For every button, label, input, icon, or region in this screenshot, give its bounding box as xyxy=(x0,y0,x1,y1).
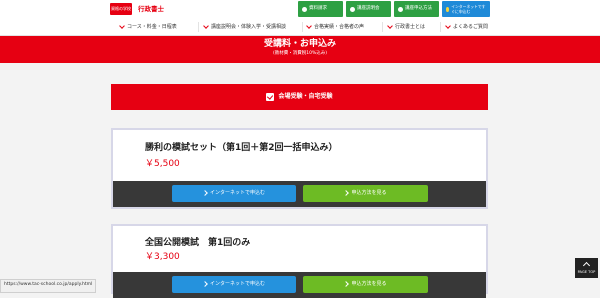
pencil-icon xyxy=(398,6,403,12)
application-method-button[interactable]: 講座申込方法 xyxy=(394,1,439,17)
chevron-down-icon xyxy=(306,23,312,29)
internet-apply-course-button[interactable]: インターネットで申込む xyxy=(172,276,296,293)
nav-item-label: 行政書士とは xyxy=(395,24,426,30)
checkbox-icon xyxy=(266,92,275,101)
internet-apply-course-button[interactable]: インターネットで申込む xyxy=(172,185,296,202)
nav-item-faq[interactable]: よくあるご質問 xyxy=(445,19,489,35)
section-label-wrap: 会場受験・自宅受験 xyxy=(111,91,488,103)
page-subtitle: (教材費・消費税10%込み) xyxy=(272,51,327,56)
briefing-session-label: 講座説明会 xyxy=(357,6,380,11)
nav-divider xyxy=(440,22,441,32)
request-materials-label: 資料請求 xyxy=(309,6,327,11)
view-application-method-label: 申込方法を見る xyxy=(351,281,387,287)
header-buttons: 資料請求 講座説明会 講座申込方法 インターネットですぐに申込む xyxy=(298,1,490,17)
chevron-up-icon xyxy=(582,261,591,270)
application-method-label: 講座申込方法 xyxy=(405,6,432,11)
page-banner: 受講料・お申込み (教材費・消費税10%込み) xyxy=(0,36,600,63)
page-top-button[interactable]: PAGE TOP xyxy=(575,258,598,278)
brand-title[interactable]: 行政書士 xyxy=(138,3,164,15)
internet-apply-course-label: インターネットで申込む xyxy=(209,190,265,196)
view-application-method-label: 申込方法を見る xyxy=(351,190,387,196)
tac-logo[interactable]: 資格の学校TAC xyxy=(110,3,132,23)
chevron-down-icon xyxy=(203,23,209,29)
check-icon xyxy=(446,6,450,12)
nav-item-label: 講座説明会・体験入学・受講相談 xyxy=(211,24,287,30)
chevron-down-icon xyxy=(387,23,393,29)
chevron-right-icon xyxy=(202,189,208,196)
site-header: 資格の学校TAC 行政書士 資料請求 講座説明会 講座申込方法 インターネットで… xyxy=(0,0,600,23)
section-title: 会場受験・自宅受験 xyxy=(278,93,333,100)
chevron-right-icon xyxy=(202,280,208,287)
course-price: ￥5,500 xyxy=(145,159,180,169)
view-application-method-button[interactable]: 申込方法を見る xyxy=(303,185,428,202)
page-title: 受講料・お申込み xyxy=(263,39,336,49)
nav-divider xyxy=(302,22,303,32)
course-title: 全国公開模試 第1回のみ xyxy=(145,238,251,248)
nav-item-results[interactable]: 合格実績・合格者の声 xyxy=(306,19,365,35)
chevron-right-icon xyxy=(343,189,350,196)
internet-apply-label: インターネットですぐに申込む xyxy=(451,4,486,14)
chevron-right-icon xyxy=(343,280,350,287)
course-price: ￥3,300 xyxy=(145,252,180,262)
section-header: 会場受験・自宅受験 xyxy=(111,84,488,110)
page-top-label: PAGE TOP xyxy=(577,270,596,274)
nav-item-label: 合格実績・合格者の声 xyxy=(314,24,365,30)
view-application-method-button[interactable]: 申込方法を見る xyxy=(303,276,428,293)
course-actions: インターネットで申込む 申込方法を見る xyxy=(113,181,486,207)
request-materials-button[interactable]: 資料請求 xyxy=(298,1,343,17)
course-card: 全国公開模試 第1回のみ ￥3,300 インターネットで申込む 申込方法を見る xyxy=(111,224,488,298)
internet-apply-course-label: インターネットで申込む xyxy=(209,281,265,287)
person-icon xyxy=(350,6,355,12)
course-card: 勝利の模試セット（第1回＋第2回一括申込み） ￥5,500 インターネットで申込… xyxy=(111,128,488,209)
nav-divider xyxy=(198,22,199,32)
internet-apply-button[interactable]: インターネットですぐに申込む xyxy=(442,1,490,17)
chevron-down-icon xyxy=(119,23,125,29)
main-nav: コース・料金・日程表 講座説明会・体験入学・受講相談 合格実績・合格者の声 行政… xyxy=(0,19,600,36)
nav-item-label: よくあるご質問 xyxy=(453,24,489,30)
chevron-down-icon xyxy=(445,23,451,29)
course-title: 勝利の模試セット（第1回＋第2回一括申込み） xyxy=(145,143,338,153)
course-actions: インターネットで申込む 申込方法を見る xyxy=(113,272,486,298)
nav-item-courses[interactable]: コース・料金・日程表 xyxy=(119,19,177,35)
nav-item-about[interactable]: 行政書士とは xyxy=(387,19,426,35)
document-icon xyxy=(302,6,307,12)
nav-item-briefing[interactable]: 講座説明会・体験入学・受講相談 xyxy=(203,19,287,35)
nav-divider xyxy=(382,22,383,32)
nav-item-label: コース・料金・日程表 xyxy=(127,24,177,30)
briefing-session-button[interactable]: 講座説明会 xyxy=(346,1,391,17)
